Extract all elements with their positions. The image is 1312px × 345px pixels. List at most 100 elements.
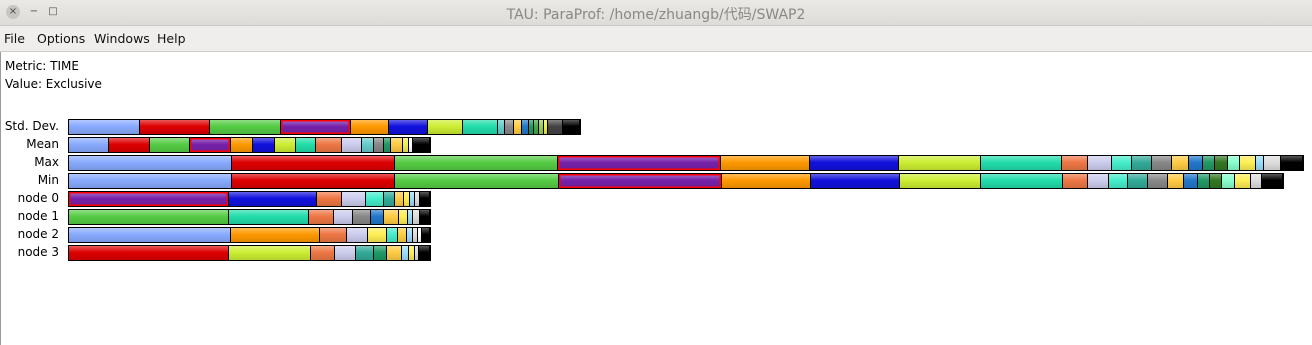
bar-segment[interactable] [1172, 156, 1189, 170]
bar-segment[interactable] [317, 192, 342, 206]
bar-segment[interactable] [341, 192, 366, 206]
stacked-bar[interactable] [68, 119, 581, 135]
bar-segment[interactable] [373, 246, 387, 260]
bar-segment[interactable] [1227, 156, 1241, 170]
bar-segment[interactable] [1256, 156, 1264, 170]
bar-segment[interactable] [1250, 174, 1262, 188]
bar-segment[interactable] [362, 138, 375, 152]
bar-segment[interactable] [810, 156, 900, 170]
menu-help[interactable]: Help [157, 31, 186, 46]
bar-segment[interactable] [498, 120, 506, 134]
bar-segment[interactable] [980, 156, 1063, 170]
bar-segment[interactable] [391, 138, 404, 152]
bar-segment[interactable] [981, 174, 1063, 188]
bar-segment[interactable] [351, 120, 390, 134]
stacked-bar[interactable] [68, 155, 1304, 171]
bar-segment[interactable] [69, 192, 230, 206]
bar-segment[interactable] [69, 120, 140, 134]
bar-segment[interactable] [1167, 174, 1184, 188]
bar-segment[interactable] [229, 210, 310, 224]
bar-segment[interactable] [69, 228, 231, 242]
bar-segment[interactable] [232, 156, 396, 170]
bar-segment[interactable] [1183, 174, 1198, 188]
bar-segment[interactable] [355, 246, 374, 260]
menu-options[interactable]: Options [37, 31, 85, 46]
bar-segment[interactable] [365, 192, 384, 206]
bar-segment[interactable] [1062, 174, 1088, 188]
bar-segment[interactable] [558, 156, 722, 170]
bar-segment[interactable] [899, 174, 982, 188]
bar-segment[interactable] [341, 138, 363, 152]
bar-segment[interactable] [419, 210, 430, 224]
row-label[interactable]: node 3 [1, 245, 59, 259]
row-label[interactable]: Mean [1, 137, 59, 151]
bar-segment[interactable] [280, 120, 352, 134]
stacked-bar[interactable] [68, 173, 1284, 189]
bar-segment[interactable] [398, 210, 408, 224]
bar-segment[interactable] [521, 120, 529, 134]
bar-segment[interactable] [397, 228, 407, 242]
bar-segment[interactable] [370, 210, 384, 224]
bar-segment[interactable] [229, 246, 311, 260]
bar-segment[interactable] [505, 120, 514, 134]
bar-segment[interactable] [109, 138, 150, 152]
bar-segment[interactable] [69, 138, 110, 152]
bar-segment[interactable] [334, 246, 356, 260]
bar-segment[interactable] [383, 192, 395, 206]
bar-segment[interactable] [386, 228, 398, 242]
bar-segment[interactable] [139, 120, 211, 134]
bar-segment[interactable] [1209, 174, 1223, 188]
bar-segment[interactable] [352, 210, 371, 224]
stacked-bar[interactable] [68, 191, 431, 207]
bar-segment[interactable] [229, 192, 318, 206]
menu-windows[interactable]: Windows [94, 31, 150, 46]
bar-segment[interactable] [386, 246, 402, 260]
bar-segment[interactable] [374, 138, 385, 152]
bar-segment[interactable] [558, 174, 722, 188]
bar-segment[interactable] [1088, 156, 1113, 170]
bar-segment[interactable] [1112, 156, 1133, 170]
bar-segment[interactable] [384, 138, 392, 152]
bar-segment[interactable] [275, 138, 296, 152]
row-label[interactable]: Std. Dev. [1, 119, 59, 133]
bar-segment[interactable] [319, 228, 348, 242]
bar-segment[interactable] [899, 156, 981, 170]
bar-segment[interactable] [419, 246, 430, 260]
bar-segment[interactable] [1197, 174, 1210, 188]
row-label[interactable]: Max [1, 155, 59, 169]
bar-segment[interactable] [395, 174, 559, 188]
stacked-bar[interactable] [68, 209, 431, 225]
bar-segment[interactable] [347, 228, 369, 242]
bar-segment[interactable] [232, 174, 396, 188]
bar-segment[interactable] [395, 156, 559, 170]
row-label[interactable]: node 1 [1, 209, 59, 223]
bar-segment[interactable] [210, 120, 281, 134]
bar-segment[interactable] [1132, 156, 1153, 170]
bar-segment[interactable] [810, 174, 900, 188]
bar-segment[interactable] [1062, 156, 1089, 170]
bar-segment[interactable] [309, 210, 334, 224]
bar-segment[interactable] [333, 210, 353, 224]
row-label[interactable]: node 0 [1, 191, 59, 205]
bar-segment[interactable] [548, 120, 564, 134]
bar-segment[interactable] [1281, 156, 1303, 170]
bar-segment[interactable] [252, 138, 276, 152]
stacked-bar[interactable] [68, 137, 431, 153]
bar-segment[interactable] [721, 174, 811, 188]
bar-segment[interactable] [1240, 156, 1257, 170]
bar-segment[interactable] [412, 210, 420, 224]
bar-segment[interactable] [149, 138, 191, 152]
bar-segment[interactable] [1215, 156, 1228, 170]
bar-segment[interactable] [1261, 174, 1283, 188]
bar-segment[interactable] [368, 228, 387, 242]
bar-segment[interactable] [69, 174, 233, 188]
bar-segment[interactable] [427, 120, 463, 134]
bar-segment[interactable] [383, 210, 399, 224]
bar-segment[interactable] [1148, 174, 1168, 188]
bar-segment[interactable] [190, 138, 231, 152]
bar-segment[interactable] [1188, 156, 1203, 170]
bar-segment[interactable] [462, 120, 499, 134]
bar-segment[interactable] [1234, 174, 1251, 188]
bar-segment[interactable] [421, 228, 430, 242]
bar-segment[interactable] [1087, 174, 1109, 188]
